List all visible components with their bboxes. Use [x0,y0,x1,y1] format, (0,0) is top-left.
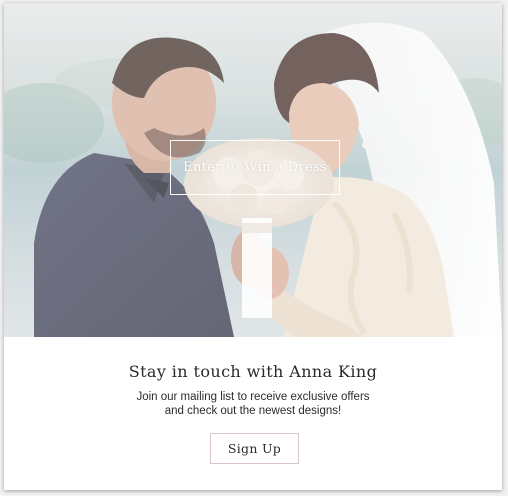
popup-content: Stay in touch with Anna King Join our ma… [4,337,502,490]
subtitle-line-1: Join our mailing list to receive exclusi… [136,391,370,403]
popup-title: Stay in touch with Anna King [128,362,378,381]
hero-image: Enter to Win a Dress [4,3,502,337]
enter-to-win-button[interactable]: Enter to Win a Dress [170,140,340,195]
subtitle-line-2: and check out the newest designs! [164,405,342,417]
popup-subtitle: Join our mailing list to receive exclusi… [4,390,502,418]
sign-up-button[interactable]: Sign Up [210,433,299,464]
popup-card: Enter to Win a Dress Stay in touch with … [4,3,502,490]
